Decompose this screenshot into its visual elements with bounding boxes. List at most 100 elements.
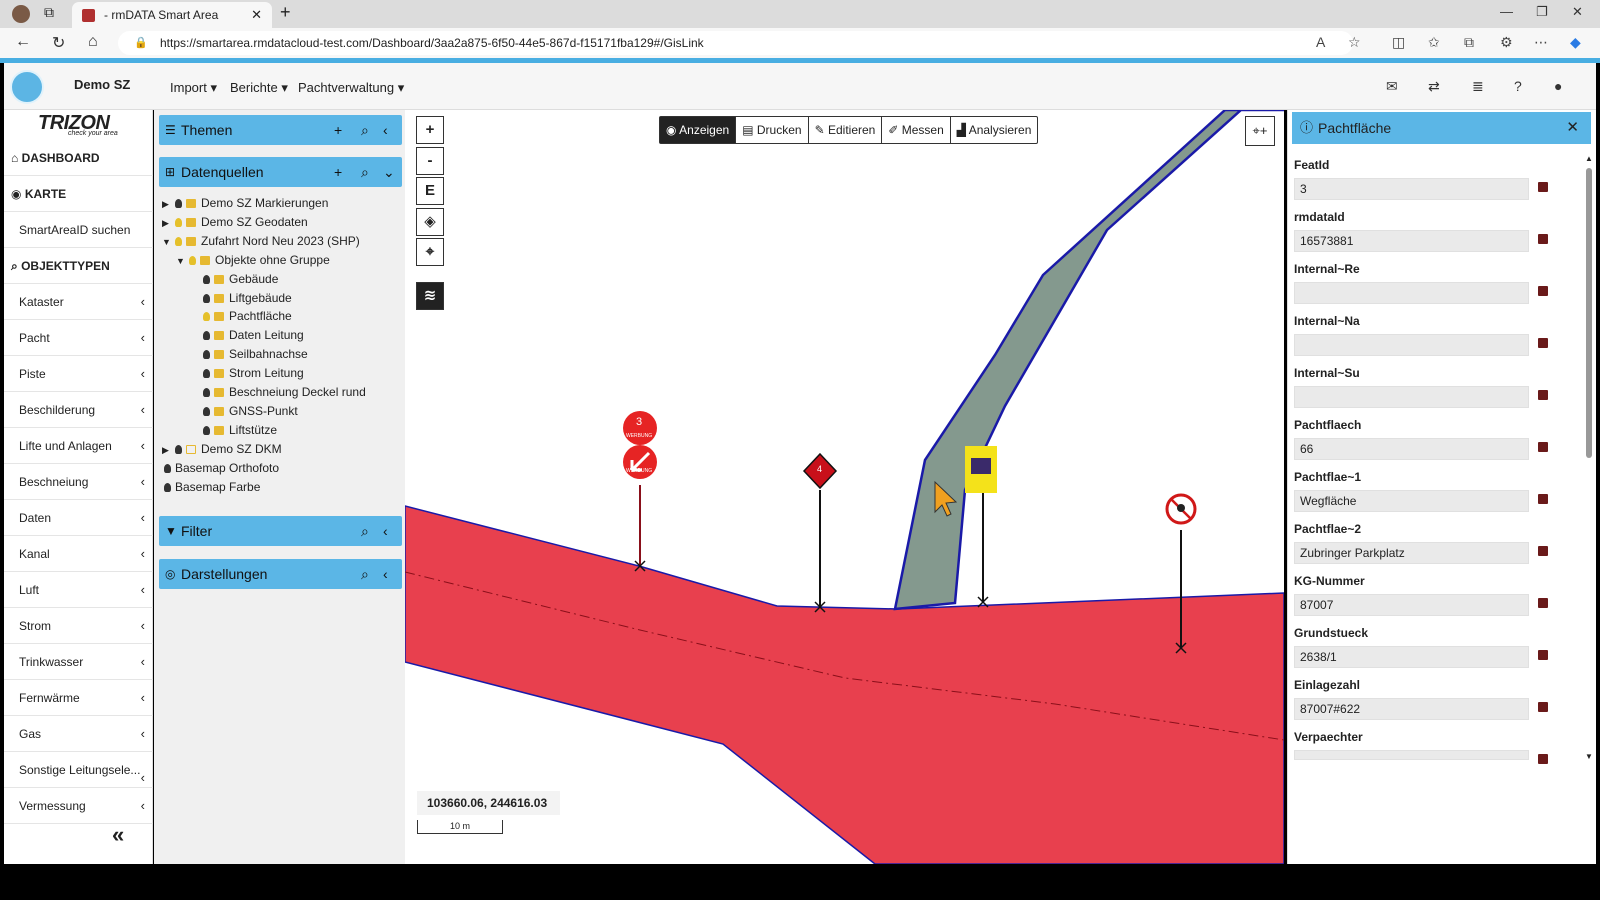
browser-tab-active[interactable]: - rmDATA Smart Area ✕ xyxy=(72,2,272,28)
visibility-bulb-icon[interactable] xyxy=(189,255,196,265)
mail-icon[interactable]: ✉ xyxy=(1386,78,1398,95)
tree-node[interactable]: Pachtfläche xyxy=(190,307,292,326)
chevron-left-icon[interactable]: ‹ xyxy=(383,516,388,546)
tool-analysieren-button[interactable]: ▟ Analysieren xyxy=(951,117,1038,143)
visibility-bulb-icon[interactable] xyxy=(203,350,210,360)
green-path-area[interactable] xyxy=(893,110,1284,611)
sidebar-item-kataster[interactable]: Kataster ‹ xyxy=(4,284,153,320)
search-icon[interactable]: ⌕ xyxy=(361,516,369,546)
read-aloud-icon[interactable]: A xyxy=(1316,34,1325,50)
field-value-input[interactable]: 87007#622 xyxy=(1294,698,1529,720)
layers-button[interactable]: ≋ xyxy=(416,282,444,310)
sidebar-item-vermessung[interactable]: Vermessung ‹ xyxy=(4,788,153,824)
sidebar-item-dashboard[interactable]: ⌂ DASHBOARD xyxy=(4,140,153,176)
visibility-bulb-icon[interactable] xyxy=(203,406,210,416)
tree-node[interactable]: ▶ Demo SZ Geodaten xyxy=(162,213,308,233)
themen-header[interactable]: ☰ Themen + ⌕ ‹ xyxy=(159,115,402,145)
sidebar-item-luft[interactable]: Luft ‹ xyxy=(4,572,153,608)
field-value-input[interactable]: 87007 xyxy=(1294,594,1529,616)
tree-node[interactable]: Daten Leitung xyxy=(190,326,304,345)
sidebar-item-beschilderung[interactable]: Beschilderung ‹ xyxy=(4,392,153,428)
field-value-input[interactable] xyxy=(1294,334,1529,356)
back-icon[interactable]: ← xyxy=(15,33,31,51)
visibility-bulb-icon[interactable] xyxy=(164,463,171,473)
user-icon[interactable]: ● xyxy=(1554,78,1562,94)
sidebar-item-fernwaerme[interactable]: Fernwärme ‹ xyxy=(4,680,153,716)
scroll-up-icon[interactable]: ▲ xyxy=(1585,154,1593,163)
tree-node[interactable]: Seilbahnachse xyxy=(190,345,308,364)
tree-node[interactable]: Liftgebäude xyxy=(190,289,292,308)
visibility-bulb-icon[interactable] xyxy=(164,482,171,492)
sidebar-item-daten[interactable]: Daten ‹ xyxy=(4,500,153,536)
tree-node[interactable]: Strom Leitung xyxy=(190,364,304,383)
darstellungen-header[interactable]: ◎ Darstellungen ⌕ ‹ xyxy=(159,559,402,589)
sidebar-item-gas[interactable]: Gas ‹ xyxy=(4,716,153,752)
favorites-icon[interactable]: ✩ xyxy=(1428,34,1440,51)
field-value-input[interactable]: Zubringer Parkplatz xyxy=(1294,542,1529,564)
zoom-out-button[interactable]: - xyxy=(416,147,444,175)
close-window-icon[interactable]: ✕ xyxy=(1572,4,1583,20)
visibility-bulb-icon[interactable] xyxy=(203,312,210,322)
help-icon[interactable]: ? xyxy=(1514,78,1522,94)
extensions-icon[interactable]: ⚙ xyxy=(1500,34,1513,51)
tree-node[interactable]: Liftstütze xyxy=(190,421,277,440)
app-logo-icon[interactable] xyxy=(10,70,44,104)
field-value-input[interactable] xyxy=(1294,282,1529,304)
tree-toggle-icon[interactable]: ▶ xyxy=(162,195,173,214)
visibility-bulb-icon[interactable] xyxy=(203,293,210,303)
close-tab-icon[interactable]: ✕ xyxy=(251,2,262,28)
tree-node[interactable]: ▼ Zufahrt Nord Neu 2023 (SHP) xyxy=(162,232,360,252)
datenquellen-header[interactable]: ⊞ Datenquellen + ⌕ ⌄ xyxy=(159,157,402,187)
add-marker-button[interactable]: ⌖+ xyxy=(1245,116,1275,146)
locate-button[interactable]: ⌖ xyxy=(416,238,444,266)
scrollbar-thumb[interactable] xyxy=(1586,168,1592,458)
collections-bar-icon[interactable]: ⧉ xyxy=(1464,34,1474,51)
tree-toggle-icon[interactable]: ▶ xyxy=(162,441,173,460)
sidebar-item-pacht[interactable]: Pacht ‹ xyxy=(4,320,153,356)
collections-icon[interactable]: ⧉ xyxy=(44,4,54,21)
filter-header[interactable]: ▼ Filter ⌕ ‹ xyxy=(159,516,402,546)
sidebar-item-kanal[interactable]: Kanal ‹ xyxy=(4,536,153,572)
favorite-star-icon[interactable]: ☆ xyxy=(1348,34,1361,51)
tool-drucken-button[interactable]: ▤ Drucken xyxy=(736,117,809,143)
field-value-input[interactable]: 16573881 xyxy=(1294,230,1529,252)
scroll-down-icon[interactable]: ▼ xyxy=(1585,752,1593,761)
reload-icon[interactable]: ↻ xyxy=(52,33,65,53)
split-screen-icon[interactable]: ◫ xyxy=(1392,34,1405,51)
menu-berichte[interactable]: Berichte ▾ xyxy=(230,80,288,96)
tree-node[interactable]: ▶ Demo SZ DKM xyxy=(162,440,282,460)
chevron-left-icon[interactable]: ‹ xyxy=(383,115,388,145)
visibility-bulb-icon[interactable] xyxy=(203,388,210,397)
search-icon[interactable]: ⌕ xyxy=(361,157,369,187)
add-icon[interactable]: + xyxy=(334,115,342,145)
tool-editieren-button[interactable]: ✎ Editieren xyxy=(809,117,883,143)
sidebar-item-sonstige[interactable]: Sonstige Leitungsele... ‹ xyxy=(4,752,153,788)
sidebar-item-objekttypen[interactable]: ⌕ OBJEKTTYPEN xyxy=(4,248,153,284)
detail-scrollbar[interactable]: ▲ ▼ xyxy=(1584,154,1594,764)
visibility-bulb-icon[interactable] xyxy=(175,236,182,246)
site-info-icon[interactable]: 🔒 xyxy=(134,31,148,55)
sidebar-item-trinkwasser[interactable]: Trinkwasser ‹ xyxy=(4,644,153,680)
chevron-down-icon[interactable]: ⌄ xyxy=(383,157,395,187)
extent-button[interactable]: E xyxy=(416,177,444,205)
menu-import[interactable]: Import ▾ xyxy=(170,80,217,96)
tree-node[interactable]: Basemap Farbe xyxy=(162,478,260,497)
add-icon[interactable]: + xyxy=(334,157,342,187)
search-icon[interactable]: ⌕ xyxy=(361,559,369,589)
sidebar-item-piste[interactable]: Piste ‹ xyxy=(4,356,153,392)
zoom-in-button[interactable]: + xyxy=(416,116,444,144)
tool-messen-button[interactable]: ✐ Messen xyxy=(882,117,951,143)
tree-toggle-icon[interactable]: ▶ xyxy=(162,214,173,233)
url-field[interactable]: 🔒 https://smartarea.rmdatacloud-test.com… xyxy=(118,31,1353,55)
map-canvas[interactable]: 3 WERBUNG WERBUNG 4 + - E ◈ ⌖ ≋ ◉ Anzeig… xyxy=(405,110,1284,864)
visibility-bulb-icon[interactable] xyxy=(203,369,210,379)
new-tab-icon[interactable]: + xyxy=(280,2,291,23)
sidebar-item-lifte[interactable]: Lifte und Anlagen ‹ xyxy=(4,428,153,464)
tree-node[interactable]: Beschneiung Deckel rund xyxy=(190,383,366,402)
tree-node[interactable]: ▼ Objekte ohne Gruppe xyxy=(176,251,330,271)
sidebar-item-smartareaid[interactable]: SmartAreaID suchen xyxy=(4,212,153,248)
visibility-bulb-icon[interactable] xyxy=(203,274,210,284)
tree-node[interactable]: Basemap Orthofoto xyxy=(162,459,279,478)
profile-avatar[interactable] xyxy=(12,5,30,23)
field-value-input[interactable]: Wegfläche xyxy=(1294,490,1529,512)
